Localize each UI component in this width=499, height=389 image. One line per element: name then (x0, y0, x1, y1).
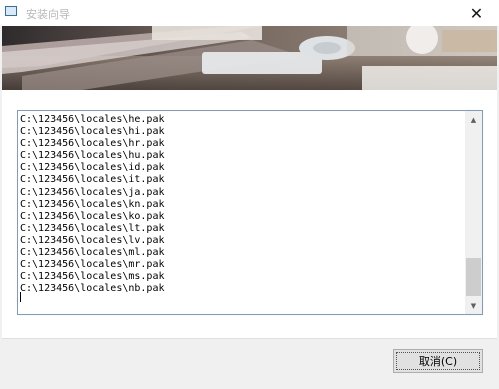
log-line: C:\123456\locales\hi.pak (20, 126, 165, 138)
log-lines: C:\123456\locales\he.pak C:\123456\locale… (20, 114, 462, 295)
footer-separator (2, 338, 497, 339)
window-title: 安装向导 (26, 8, 70, 21)
close-icon: ✕ (469, 3, 484, 23)
log-line: C:\123456\locales\ja.pak (20, 186, 165, 198)
cancel-button-label: 取消(C) (418, 355, 458, 368)
log-line: C:\123456\locales\hu.pak (20, 150, 165, 162)
banner-image (2, 26, 497, 90)
text-caret (20, 292, 21, 302)
log-line: C:\123456\locales\lt.pak (20, 222, 165, 234)
close-button[interactable]: ✕ (454, 0, 499, 26)
log-line: C:\123456\locales\kn.pak (20, 198, 165, 210)
log-line: C:\123456\locales\id.pak (20, 162, 165, 174)
log-line: C:\123456\locales\mr.pak (20, 259, 165, 271)
scrollbar-thumb[interactable] (466, 258, 481, 296)
chevron-up-icon: ▲ (470, 115, 477, 124)
vertical-scrollbar[interactable]: ▲ ▼ (465, 111, 482, 314)
log-line: C:\123456\locales\hr.pak (20, 138, 165, 150)
install-log-textbox[interactable]: C:\123456\locales\he.pak C:\123456\locale… (17, 110, 483, 315)
log-line: C:\123456\locales\nb.pak (20, 283, 165, 295)
title-bar[interactable]: 安装向导 ✕ (0, 0, 499, 26)
installer-window: 安装向导 ✕ C:\123456\locales\he.pak C:\12345… (0, 0, 499, 389)
content-panel: C:\123456\locales\he.pak C:\123456\locale… (2, 90, 497, 338)
log-line: C:\123456\locales\he.pak (20, 114, 165, 125)
scroll-up-button[interactable]: ▲ (465, 111, 482, 128)
banner-photo (2, 26, 497, 90)
cancel-button[interactable]: 取消(C) (393, 349, 483, 373)
app-icon (5, 6, 17, 16)
log-line: C:\123456\locales\lv.pak (20, 234, 165, 246)
chevron-down-icon: ▼ (470, 301, 477, 310)
log-line: C:\123456\locales\ml.pak (20, 247, 165, 259)
scroll-down-button[interactable]: ▼ (465, 297, 482, 314)
log-line: C:\123456\locales\ms.pak (20, 271, 165, 283)
log-line: C:\123456\locales\it.pak (20, 174, 165, 186)
log-line: C:\123456\locales\ko.pak (20, 210, 165, 222)
